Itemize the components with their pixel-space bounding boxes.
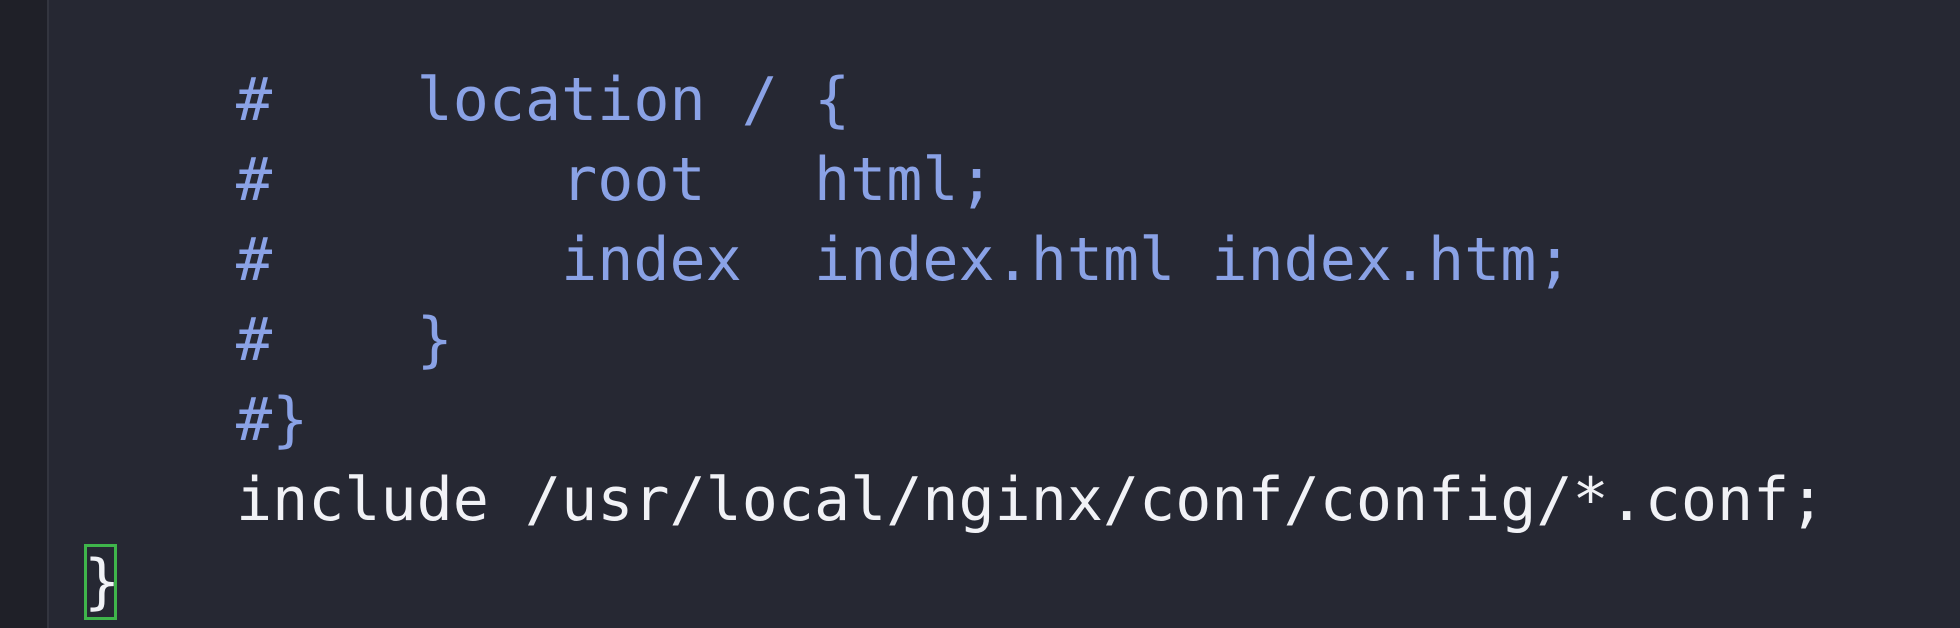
code-line: # root html; — [236, 145, 995, 215]
code-line: include /usr/local/nginx/conf/config/*.c… — [236, 465, 1826, 535]
terminal-editor[interactable]: # location / { # root html; # index inde… — [0, 0, 1960, 628]
code-line: # index index.html index.htm; — [236, 225, 1573, 295]
code-line: #} — [236, 385, 309, 455]
cursor-character: } — [84, 547, 121, 617]
code-line: # location / { — [236, 65, 851, 135]
code-line: # } — [236, 305, 453, 375]
code-area[interactable]: # location / { # root html; # index inde… — [0, 0, 1960, 628]
